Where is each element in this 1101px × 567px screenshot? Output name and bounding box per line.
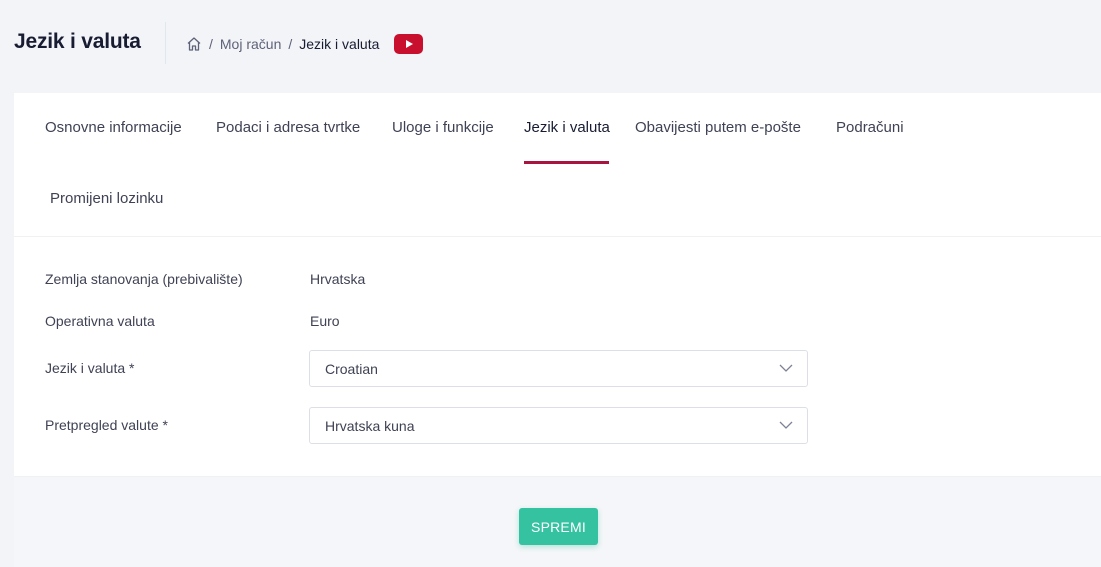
page-title: Jezik i valuta [14, 30, 141, 53]
tab-subaccounts[interactable]: Podračuni [836, 119, 904, 136]
currency-label: Operativna valuta [45, 313, 155, 329]
currency-value: Euro [310, 313, 340, 329]
breadcrumb: / Moj račun / Jezik i valuta [186, 34, 424, 54]
title-divider [165, 22, 166, 64]
chevron-down-icon [779, 421, 793, 429]
form-footer: SPREMI [14, 476, 1101, 567]
tab-bar: Osnovne informacije Podaci i adresa tvrt… [14, 93, 1101, 237]
settings-card: Osnovne informacije Podaci i adresa tvrt… [14, 93, 1101, 567]
tab-company-address[interactable]: Podaci i adresa tvrtke [216, 119, 360, 136]
tab-basic-info[interactable]: Osnovne informacije [45, 119, 182, 136]
language-label: Jezik i valuta * [45, 360, 135, 376]
save-button[interactable]: SPREMI [519, 508, 598, 545]
tab-language-currency[interactable]: Jezik i valuta [524, 119, 610, 136]
breadcrumb-item-account[interactable]: Moj račun [220, 36, 281, 52]
preview-currency-select[interactable]: Hrvatska kuna [309, 407, 808, 444]
top-bar: Jezik i valuta / Moj račun / Jezik i val… [0, 0, 1101, 88]
residence-label: Zemlja stanovanja (prebivalište) [45, 271, 243, 287]
breadcrumb-separator: / [288, 36, 293, 52]
tab-change-password[interactable]: Promijeni lozinku [50, 190, 163, 207]
breadcrumb-separator: / [209, 36, 213, 52]
residence-value: Hrvatska [310, 271, 366, 287]
tab-roles[interactable]: Uloge i funkcije [392, 119, 494, 136]
home-icon[interactable] [186, 36, 202, 52]
breadcrumb-item-current: Jezik i valuta [299, 36, 380, 52]
language-select[interactable]: Croatian [309, 350, 808, 387]
chevron-down-icon [779, 364, 793, 372]
preview-currency-select-value: Hrvatska kuna [325, 417, 415, 434]
tab-email-notifications[interactable]: Obavijesti putem e-pošte [635, 119, 801, 136]
active-tab-indicator [524, 161, 609, 164]
language-select-value: Croatian [325, 360, 378, 377]
youtube-icon[interactable] [394, 34, 424, 54]
preview-currency-label: Pretpregled valute * [45, 417, 168, 433]
